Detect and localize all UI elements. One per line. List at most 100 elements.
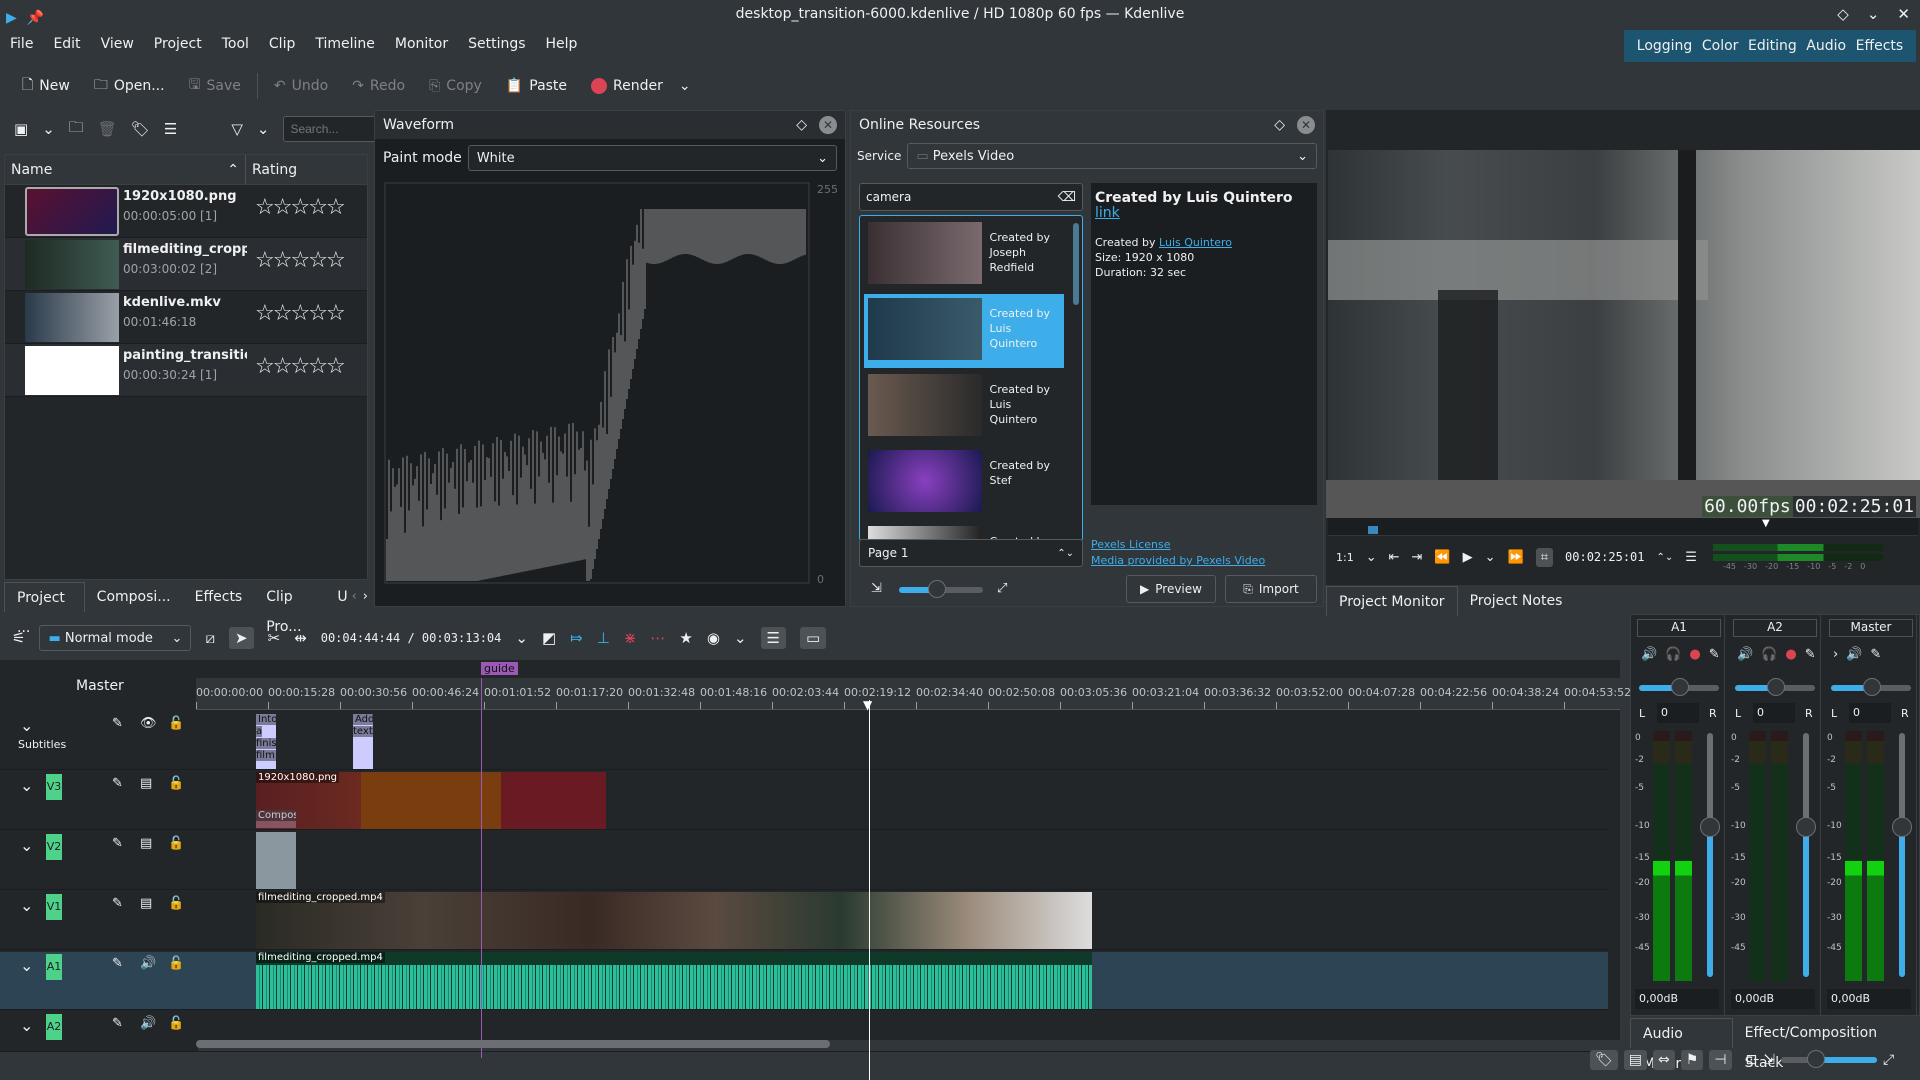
chevron-down-icon[interactable]: ⌄ <box>679 78 691 94</box>
pexels-license-link[interactable]: Pexels License <box>1091 537 1265 553</box>
star-icon[interactable]: ☆ <box>273 248 293 273</box>
close-window-icon[interactable]: ✕ <box>1897 0 1910 28</box>
menu-icon[interactable]: ☰ <box>164 120 177 138</box>
effects-wand-icon[interactable]: ✎ <box>112 1016 123 1031</box>
effects-wand-icon[interactable]: ✎ <box>1870 647 1881 662</box>
subtitle-icon[interactable]: ▭ <box>799 627 827 649</box>
monitor-video[interactable] <box>1328 150 1920 480</box>
fast-forward-icon[interactable]: ⏩ <box>1508 550 1524 565</box>
save-button[interactable]: 🖫 Save <box>179 71 251 101</box>
visibility-eye-icon[interactable]: 👁 <box>140 716 157 731</box>
playhead-marker-icon[interactable]: ▼ <box>1762 518 1770 529</box>
redo-button[interactable]: ↷ Redo <box>342 71 415 101</box>
mixer-toggle-icon[interactable]: ☰ <box>760 627 786 649</box>
tab-project-bin[interactable]: Project ... <box>4 582 85 636</box>
pan-value-input[interactable]: 0 <box>1753 703 1795 723</box>
lift-icon[interactable]: ⋯ <box>650 629 665 647</box>
balance-slider[interactable] <box>1735 678 1815 696</box>
composite-icon[interactable]: ◩ <box>542 629 556 647</box>
result-item[interactable]: Created by Joseph Redfield <box>864 218 1064 292</box>
effects-wand-icon[interactable]: ✎ <box>112 956 123 971</box>
mute-speaker-icon[interactable]: 🔊 <box>140 956 156 971</box>
menu-clip[interactable]: Clip <box>259 36 305 52</box>
star-icon[interactable]: ☆ <box>308 248 328 273</box>
record-voiceover-icon[interactable]: ◉ <box>707 629 720 647</box>
star-icon[interactable]: ☆ <box>326 248 346 273</box>
collapse-chevron-icon[interactable]: ⌄ <box>20 1016 33 1035</box>
preview-button[interactable]: ▶ Preview <box>1126 575 1216 603</box>
gain-value-input[interactable]: 0,00dB <box>1827 989 1911 1009</box>
track-header[interactable]: ⌄ V3 ✎ ▤ 🔓 <box>0 772 198 830</box>
delete-icon[interactable]: 🗑 <box>98 120 117 138</box>
subtitle-clip[interactable]: Into a finished film <box>256 714 276 769</box>
menu-settings[interactable]: Settings <box>458 36 535 52</box>
thumbnail-size-slider[interactable] <box>899 580 983 598</box>
chevron-down-icon[interactable]: ⌄ <box>257 120 270 138</box>
track-lane[interactable] <box>198 832 1608 890</box>
menu-timeline[interactable]: Timeline <box>305 36 385 52</box>
lock-icon[interactable]: 🔓 <box>168 776 184 791</box>
effects-wand-icon[interactable]: ✎ <box>112 716 123 731</box>
star-icon[interactable]: ☆ <box>290 354 310 379</box>
tab-scroll-left-icon[interactable]: ‹ <box>352 582 357 612</box>
track-lane[interactable] <box>198 712 1608 770</box>
track-header[interactable]: ⌄ A1 ✎ 🔊 🔓 <box>0 952 198 1010</box>
collapse-chevron-icon[interactable]: ⌄ <box>20 776 33 795</box>
composition-clip[interactable]: Compos <box>256 810 296 828</box>
workspace-logging[interactable]: Logging <box>1637 38 1693 54</box>
overwrite-icon[interactable]: ⊥ <box>597 629 610 647</box>
film-strip-icon[interactable]: ▤ <box>1623 1050 1648 1070</box>
volume-fader[interactable] <box>1700 733 1720 977</box>
edit-mode-select[interactable]: ▬ Normal mode ⌄ <box>39 625 192 651</box>
star-icon[interactable]: ☆ <box>326 195 346 220</box>
track-header[interactable]: ⌄ A2 ✎ 🔊 🔓 <box>0 1012 198 1052</box>
timeline-ruler[interactable]: 00:00:00:00 00:00:15:28 00:00:30:56 00:00:4… <box>196 678 1631 710</box>
pin-icon[interactable]: 📌 <box>27 4 44 32</box>
zoom-in-icon[interactable]: ⤢ <box>1883 1052 1894 1068</box>
result-item[interactable]: Created by Luis Quintero <box>864 370 1064 444</box>
workspace-effects[interactable]: Effects <box>1856 38 1904 54</box>
copy-button[interactable]: ⎘ Copy <box>419 71 492 101</box>
zoom-in-icon[interactable]: ⤢ <box>997 581 1007 596</box>
set-in-point-icon[interactable]: ⇤ <box>1389 550 1400 565</box>
gain-value-input[interactable]: 0,00dB <box>1731 989 1815 1009</box>
star-icon[interactable]: ☆ <box>273 301 293 326</box>
v2-color-clip[interactable] <box>256 832 296 889</box>
bin-clip-item[interactable]: filmediting_cropped.00:03:00:02 [2]☆☆☆☆☆ <box>5 238 367 291</box>
float-icon[interactable]: ◇ <box>796 117 807 133</box>
chevron-down-icon[interactable]: ⌄ <box>42 120 55 138</box>
tab-scroll-right-icon[interactable]: › <box>363 582 368 612</box>
spin-arrows-icon[interactable]: ⌃⌄ <box>1057 548 1074 559</box>
play-icon[interactable]: ▶ <box>1463 550 1473 565</box>
filter-icon[interactable]: ▽ <box>231 120 243 138</box>
lock-icon[interactable]: 🔓 <box>168 1016 184 1031</box>
expand-chevron-icon[interactable]: › <box>1833 647 1838 662</box>
star-icon[interactable]: ☆ <box>326 301 346 326</box>
track-visibility-icon[interactable]: ▤ <box>140 776 152 791</box>
tab-effects[interactable]: Effects <box>183 582 255 612</box>
volume-fader[interactable] <box>1796 733 1816 977</box>
track-visibility-icon[interactable]: ▤ <box>140 836 152 851</box>
paint-mode-select[interactable]: White ⌄ <box>467 145 837 171</box>
undo-button[interactable]: ↶ Undo <box>264 71 338 101</box>
provider-link[interactable]: Media provided by Pexels Video <box>1091 553 1265 569</box>
effects-wand-icon[interactable]: ✎ <box>1805 647 1816 662</box>
track-badge[interactable]: V3 <box>46 774 62 800</box>
keep-above-icon[interactable]: ◇ <box>1837 0 1849 28</box>
star-icon[interactable]: ☆ <box>290 301 310 326</box>
menu-edit[interactable]: Edit <box>43 36 90 52</box>
pan-value-input[interactable]: 0 <box>1657 703 1699 723</box>
bin-clip-item[interactable]: 1920x1080.png 00:00:05:00 [1] ☆☆☆☆☆ <box>5 185 367 238</box>
lock-icon[interactable]: 🔓 <box>168 836 184 851</box>
playhead-marker-icon[interactable]: ▼ <box>863 698 872 712</box>
star-icon[interactable]: ☆ <box>290 195 310 220</box>
subtitle-clip[interactable]: Add text <box>353 714 373 769</box>
tab-clip-properties[interactable]: Clip Pro... <box>254 582 333 635</box>
bin-clip-item[interactable]: kdenlive.mkv 00:01:46:18 ☆☆☆☆☆ <box>5 291 367 344</box>
menu-help[interactable]: Help <box>536 36 588 52</box>
rating-stars[interactable]: ☆☆☆☆☆ <box>255 248 346 273</box>
workspace-audio[interactable]: Audio <box>1806 38 1846 54</box>
tab-more[interactable]: U <box>333 582 351 612</box>
star-icon[interactable]: ☆ <box>308 354 328 379</box>
fader-handle[interactable] <box>1892 817 1912 837</box>
